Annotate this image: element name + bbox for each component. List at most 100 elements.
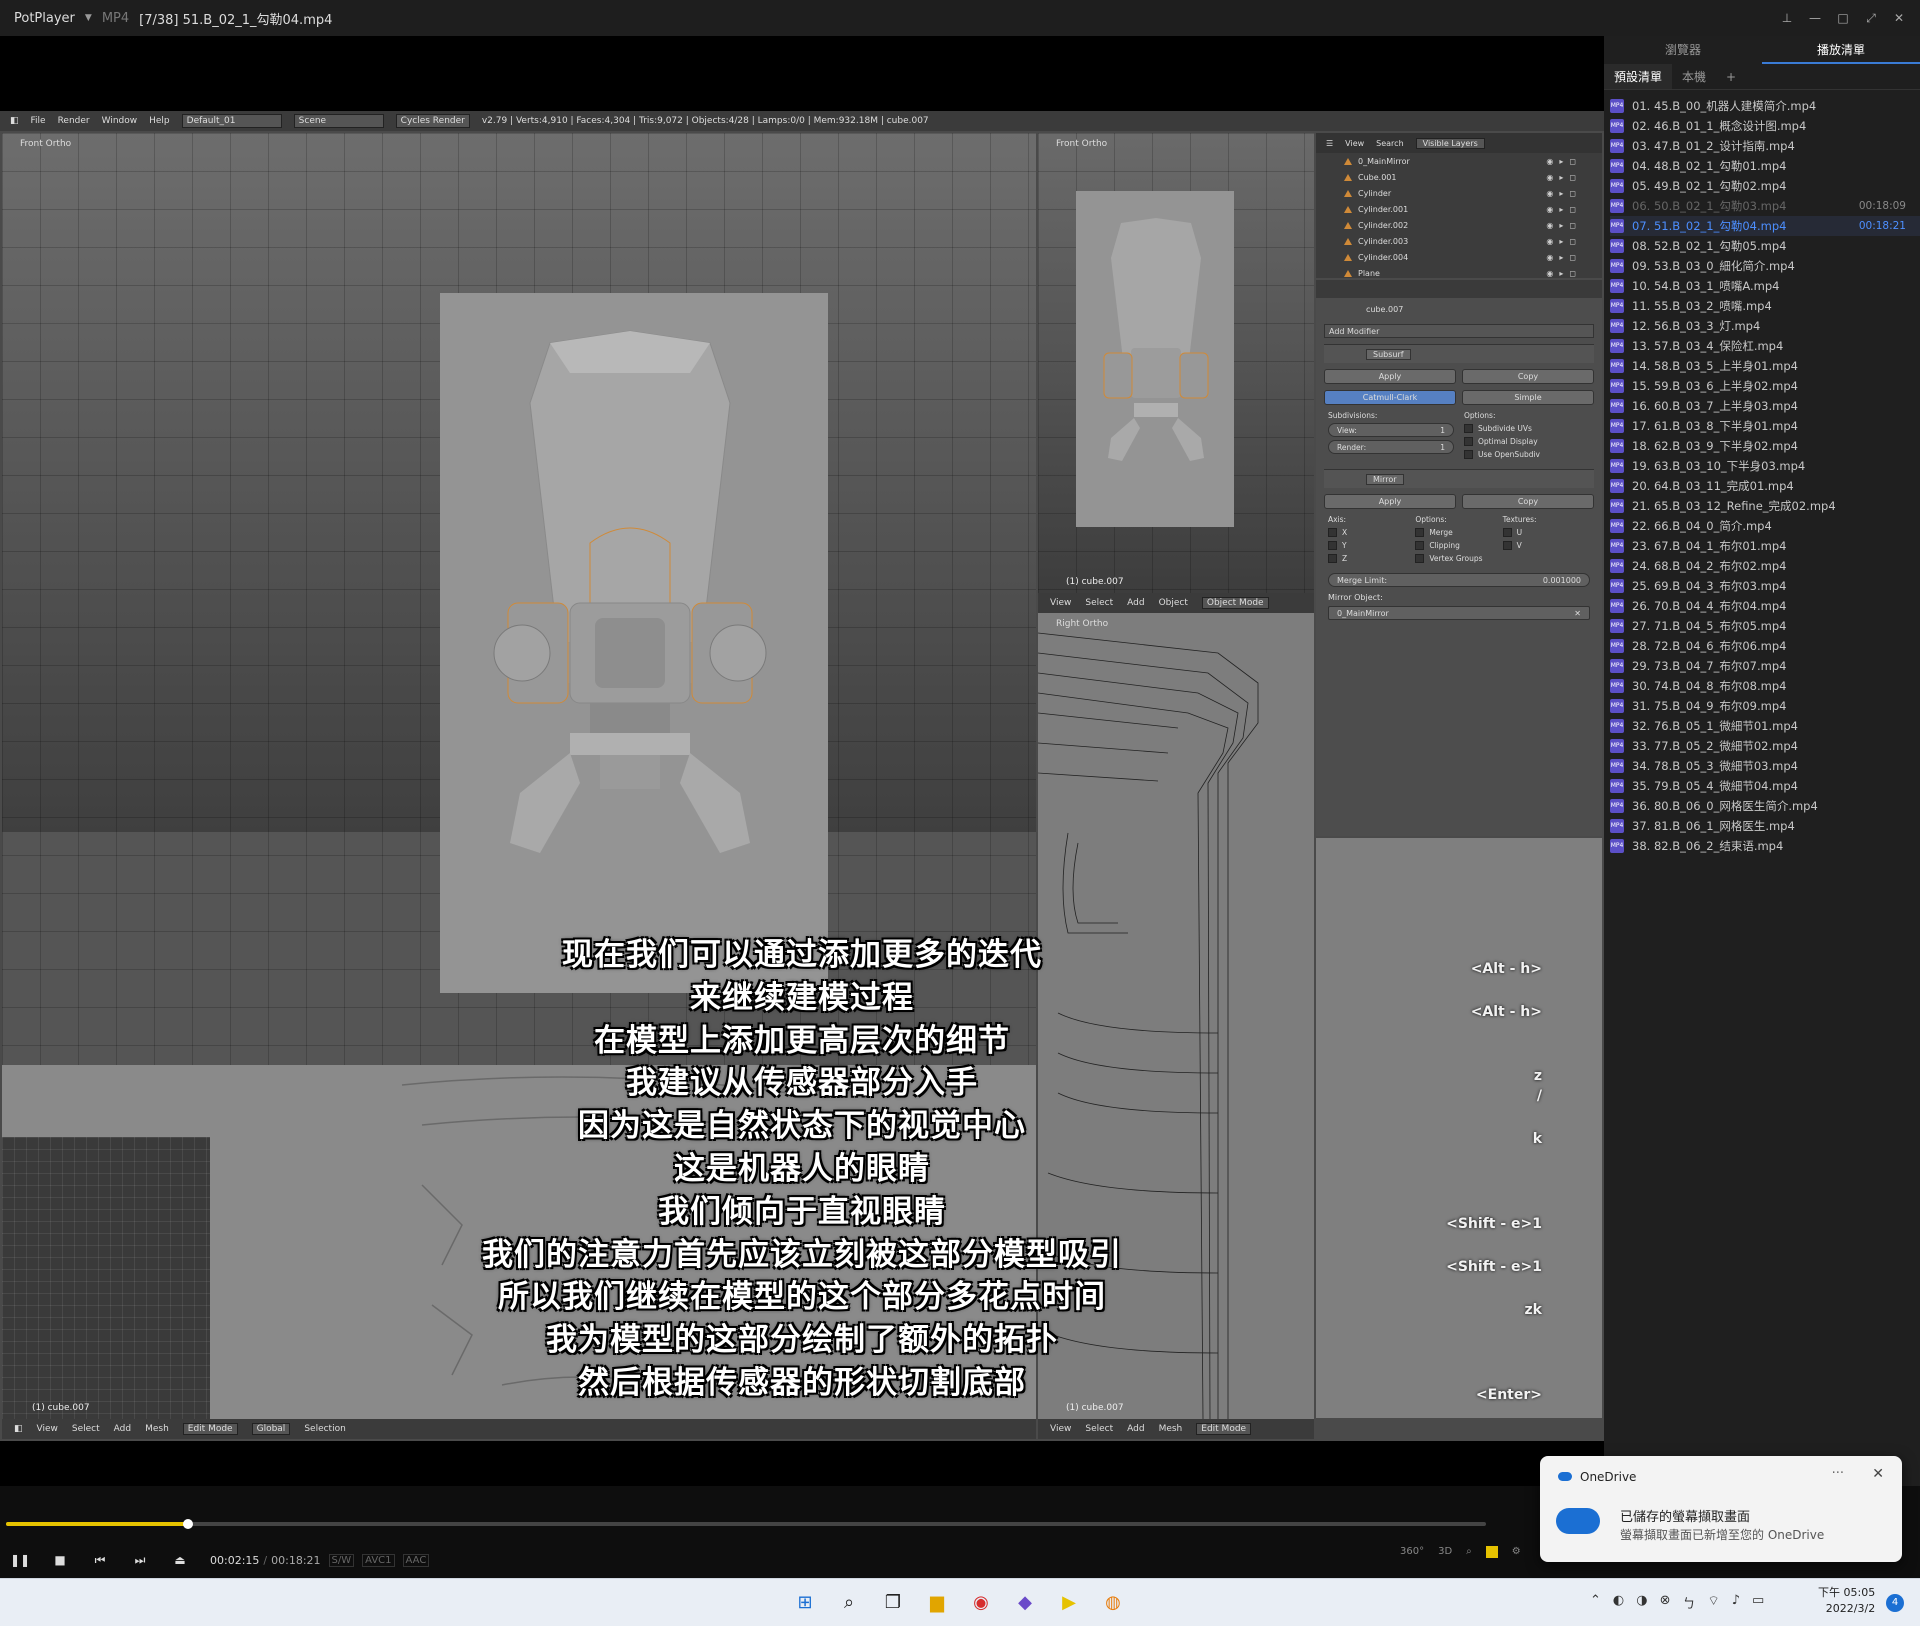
blender-icon[interactable]: ◍	[1098, 1587, 1128, 1617]
video-area[interactable]: ◧ File Render Window Help Default_01 Sce…	[0, 36, 1604, 1486]
playlist-item[interactable]: MP4 05. 49.B_02_1_勾勒02.mp4	[1610, 176, 1920, 196]
playlist-item[interactable]: MP4 12. 56.B_03_3_灯.mp4	[1610, 316, 1920, 336]
playlist-item[interactable]: MP4 02. 46.B_01_1_概念设计图.mp4	[1610, 116, 1920, 136]
close-icon[interactable]: ✕	[1872, 1466, 1884, 1482]
playlist-item[interactable]: MP4 07. 51.B_02_1_勾勒04.mp4 00:18:21	[1610, 216, 1920, 236]
tray-app-icon[interactable]: ◐	[1613, 1593, 1624, 1612]
playlist-item[interactable]: MP4 10. 54.B_03_1_喷嘴A.mp4	[1610, 276, 1920, 296]
seek-bar[interactable]	[6, 1519, 1486, 1529]
video-file-icon: MP4	[1610, 279, 1624, 293]
chevron-down-icon[interactable]: ▼	[85, 13, 92, 23]
playlist-item[interactable]: MP4 24. 68.B_04_2_布尔02.mp4	[1610, 556, 1920, 576]
wifi-icon[interactable]: ⌔	[1708, 1593, 1720, 1612]
playlist-panel: 瀏覽器 播放清單 預設清單 本機 + MP4 01. 45.B_00_机器人建模简…	[1604, 36, 1920, 1486]
pause-button[interactable]: ❚❚	[0, 1553, 40, 1567]
playlist-item[interactable]: MP4 26. 70.B_04_4_布尔04.mp4	[1610, 596, 1920, 616]
eject-icon[interactable]: ⏏	[160, 1553, 200, 1567]
chevron-up-icon[interactable]: ⌃	[1590, 1593, 1601, 1612]
outliner-item: Cube.001 ◉▸◻	[1316, 169, 1602, 185]
subtitle-icon[interactable]	[1485, 1546, 1498, 1558]
playlist-item[interactable]: MP4 11. 55.B_03_2_喷嘴.mp4	[1610, 296, 1920, 316]
outliner-item: Cylinder.001 ◉▸◻	[1316, 201, 1602, 217]
playlist-item-name: 27. 71.B_04_5_布尔05.mp4	[1632, 619, 1787, 633]
search-icon[interactable]: ⌕	[834, 1587, 864, 1617]
task-view-icon[interactable]: ❐	[878, 1587, 908, 1617]
playlist-item[interactable]: MP4 35. 79.B_05_4_微細节04.mp4	[1610, 776, 1920, 796]
battery-icon[interactable]: ▭	[1752, 1593, 1764, 1612]
volume-icon[interactable]: ♪	[1732, 1593, 1740, 1612]
playlist-item-name: 32. 76.B_05_1_微細节01.mp4	[1632, 719, 1798, 733]
playlist-item-name: 12. 56.B_03_3_灯.mp4	[1632, 319, 1761, 333]
tab-default-list[interactable]: 預設清單	[1604, 64, 1673, 89]
playlist-item[interactable]: MP4 33. 77.B_05_2_微細节02.mp4	[1610, 736, 1920, 756]
playlist-item[interactable]: MP4 28. 72.B_04_6_布尔06.mp4	[1610, 636, 1920, 656]
app-icon[interactable]: ◆	[1010, 1587, 1040, 1617]
playlist-item-name: 28. 72.B_04_6_布尔06.mp4	[1632, 639, 1787, 653]
playlist-item[interactable]: MP4 04. 48.B_02_1_勾勒01.mp4	[1610, 156, 1920, 176]
close-button[interactable]: ✕	[1888, 11, 1910, 26]
stop-button[interactable]: ■	[40, 1553, 80, 1567]
playlist-item[interactable]: MP4 32. 76.B_05_1_微細节01.mp4	[1610, 716, 1920, 736]
playlist-item[interactable]: MP4 19. 63.B_03_10_下半身03.mp4	[1610, 456, 1920, 476]
video-codec-tag[interactable]: AVC1	[362, 1553, 395, 1567]
playlist-item[interactable]: MP4 29. 73.B_04_7_布尔07.mp4	[1610, 656, 1920, 676]
playlist-item[interactable]: MP4 34. 78.B_05_3_微細节03.mp4	[1610, 756, 1920, 776]
playlist-item[interactable]: MP4 03. 47.B_01_2_设计指南.mp4	[1610, 136, 1920, 156]
notification-badge[interactable]: 4	[1886, 1594, 1904, 1612]
add-tab-button[interactable]: +	[1716, 64, 1746, 89]
tray-app-icon[interactable]: ◑	[1636, 1593, 1647, 1612]
playlist-item[interactable]: MP4 22. 66.B_04_0_简介.mp4	[1610, 516, 1920, 536]
seek-handle[interactable]	[183, 1519, 194, 1529]
playlist-item[interactable]: MP4 13. 57.B_03_4_保险杠.mp4	[1610, 336, 1920, 356]
playlist-item[interactable]: MP4 20. 64.B_03_11_完成01.mp4	[1610, 476, 1920, 496]
search-icon[interactable]: ⌕	[1466, 1546, 1472, 1558]
menu-render: Render	[57, 116, 90, 126]
vivaldi-icon[interactable]: ◉	[966, 1587, 996, 1617]
3d-button[interactable]: 3D	[1438, 1546, 1452, 1558]
playlist-item[interactable]: MP4 38. 82.B_06_2_结束语.mp4	[1610, 836, 1920, 856]
playlist-item[interactable]: MP4 37. 81.B_06_1_网格医生.mp4	[1610, 816, 1920, 836]
playlist-item[interactable]: MP4 21. 65.B_03_12_Refine_完成02.mp4	[1610, 496, 1920, 516]
playlist-item-name: 34. 78.B_05_3_微細节03.mp4	[1632, 759, 1798, 773]
360-button[interactable]: 360°	[1400, 1546, 1424, 1558]
copy-button: Copy	[1462, 494, 1594, 509]
playlist-item[interactable]: MP4 36. 80.B_06_0_网格医生简介.mp4	[1610, 796, 1920, 816]
next-button[interactable]: ⏭	[120, 1553, 160, 1568]
tab-browser[interactable]: 瀏覽器	[1604, 36, 1762, 64]
playlist-item[interactable]: MP4 25. 69.B_04_3_布尔03.mp4	[1610, 576, 1920, 596]
playlist-item[interactable]: MP4 27. 71.B_04_5_布尔05.mp4	[1610, 616, 1920, 636]
app-menu-button[interactable]: PotPlayer	[0, 11, 85, 26]
ime-icon[interactable]: ㄅ	[1683, 1593, 1696, 1612]
start-icon[interactable]: ⊞	[790, 1587, 820, 1617]
video-file-icon: MP4	[1610, 619, 1624, 633]
playlist-item[interactable]: MP4 06. 50.B_02_1_勾勒03.mp4 00:18:09	[1610, 196, 1920, 216]
more-icon[interactable]: ···	[1832, 1466, 1844, 1481]
playlist-item[interactable]: MP4 14. 58.B_03_5_上半身01.mp4	[1610, 356, 1920, 376]
tray-app-icon[interactable]: ⊗	[1660, 1593, 1671, 1612]
audio-codec-tag[interactable]: AAC	[402, 1553, 430, 1567]
tab-local[interactable]: 本機	[1672, 64, 1716, 89]
tab-playlist[interactable]: 播放清單	[1762, 36, 1920, 64]
playlist-item[interactable]: MP4 01. 45.B_00_机器人建模简介.mp4	[1610, 96, 1920, 116]
playlist-item[interactable]: MP4 09. 53.B_03_0_細化简介.mp4	[1610, 256, 1920, 276]
playlist-item[interactable]: MP4 23. 67.B_04_1_布尔01.mp4	[1610, 536, 1920, 556]
onedrive-notification[interactable]: OneDrive ··· ✕ 已儲存的螢幕擷取畫面 螢幕擷取畫面已新增至您的 O…	[1540, 1456, 1902, 1562]
clock[interactable]: 下午 05:05 2022/3/2	[1818, 1585, 1875, 1617]
playlist-item[interactable]: MP4 16. 60.B_03_7_上半身03.mp4	[1610, 396, 1920, 416]
gear-icon[interactable]: ⚙	[1512, 1546, 1521, 1558]
decoder-tag[interactable]: S/W	[328, 1553, 355, 1567]
video-file-icon: MP4	[1610, 719, 1624, 733]
pin-icon[interactable]: ⊥	[1776, 11, 1798, 26]
playlist-item[interactable]: MP4 08. 52.B_02_1_勾勒05.mp4	[1610, 236, 1920, 256]
file-explorer-icon[interactable]: ▆	[922, 1587, 952, 1617]
minimize-button[interactable]: —	[1804, 11, 1826, 26]
playlist-item[interactable]: MP4 15. 59.B_03_6_上半身02.mp4	[1610, 376, 1920, 396]
fullscreen-button[interactable]: ⤢	[1860, 11, 1882, 26]
previous-button[interactable]: ⏮	[80, 1553, 120, 1568]
potplayer-icon[interactable]: ▶	[1054, 1587, 1084, 1617]
playlist-item[interactable]: MP4 17. 61.B_03_8_下半身01.mp4	[1610, 416, 1920, 436]
maximize-button[interactable]: □	[1832, 11, 1854, 26]
playlist-item[interactable]: MP4 31. 75.B_04_9_布尔09.mp4	[1610, 696, 1920, 716]
playlist-item[interactable]: MP4 30. 74.B_04_8_布尔08.mp4	[1610, 676, 1920, 696]
playlist-item[interactable]: MP4 18. 62.B_03_9_下半身02.mp4	[1610, 436, 1920, 456]
